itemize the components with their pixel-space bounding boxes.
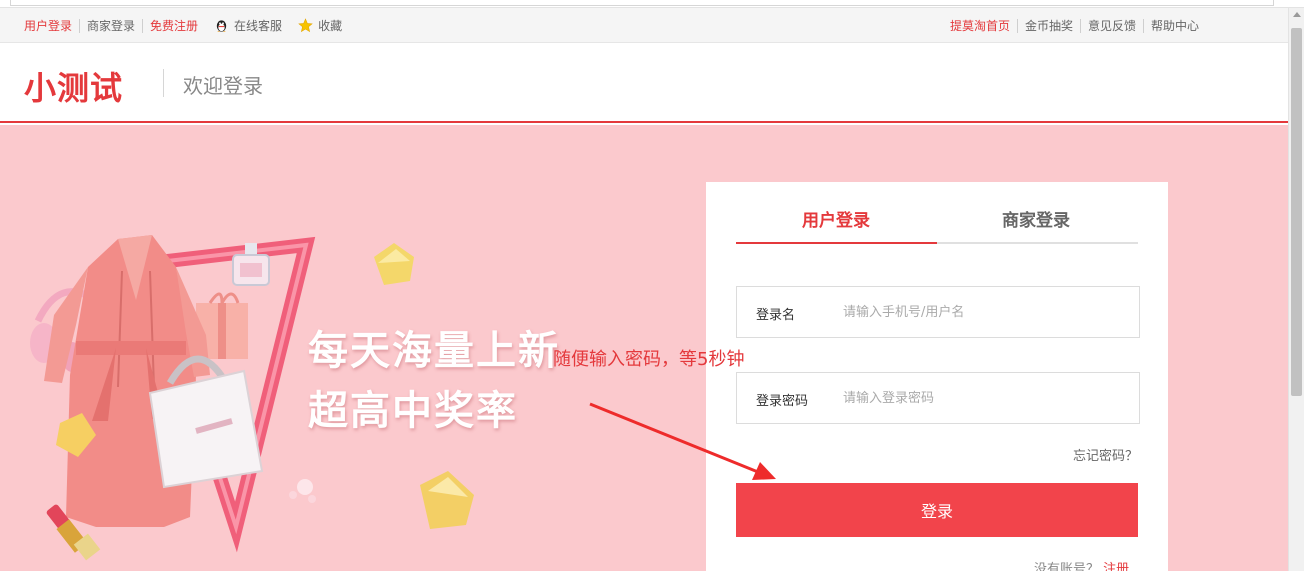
- flower-shape: [289, 479, 316, 503]
- active-tab-indicator: [736, 242, 937, 244]
- online-service-label: 在线客服: [234, 19, 283, 33]
- top-bar-left: 用户登录 商家登录 免费注册 在线客服 收藏: [24, 8, 342, 43]
- login-tabs: 用户登录 商家登录: [736, 182, 1138, 244]
- star-icon: [298, 18, 313, 33]
- top-link-coin-lottery[interactable]: 金币抽奖: [1025, 17, 1073, 34]
- top-link-free-register[interactable]: 免费注册: [150, 17, 198, 34]
- banner-slogan-line1: 每天海量上新: [308, 328, 560, 374]
- divider: [1080, 18, 1082, 33]
- scrollbar-thumb[interactable]: [1291, 28, 1302, 396]
- page-scrollbar[interactable]: [1288, 8, 1304, 571]
- top-link-feedback[interactable]: 意见反馈: [1088, 17, 1136, 34]
- login-button[interactable]: 登录: [736, 483, 1138, 537]
- login-panel: 用户登录 商家登录 登录名 登录密码 忘记密码？ 登录 没有账号？ 注册: [706, 182, 1168, 571]
- top-link-user-login[interactable]: 用户登录: [24, 17, 72, 34]
- username-field: 登录名: [736, 286, 1140, 338]
- divider: [142, 18, 144, 33]
- top-link-merchant-login[interactable]: 商家登录: [87, 17, 135, 34]
- register-prompt: 没有账号？ 注册: [1034, 558, 1129, 571]
- scroll-up-icon[interactable]: [1293, 12, 1301, 17]
- top-link-help-center[interactable]: 帮助中心: [1151, 17, 1199, 34]
- top-bar: 用户登录 商家登录 免费注册 在线客服 收藏 提莫淘首页 金币抽奖 意见反馈 帮…: [0, 8, 1288, 43]
- favorite-link[interactable]: 收藏: [298, 17, 342, 34]
- no-account-text: 没有账号？: [1034, 562, 1100, 571]
- password-input[interactable]: [843, 386, 1123, 410]
- password-field: 登录密码: [736, 372, 1140, 424]
- browser-top-strip: [0, 0, 1304, 8]
- annotation-text: 随便输入密码，等5秒钟: [553, 349, 745, 370]
- site-logo[interactable]: 小测试: [24, 63, 123, 109]
- password-label: 登录密码: [756, 394, 809, 409]
- divider: [1143, 18, 1145, 33]
- welcome-title: 欢迎登录: [183, 74, 263, 98]
- divider: [163, 69, 164, 97]
- address-bar-edge: [10, 0, 1274, 6]
- divider: [79, 18, 81, 33]
- register-link[interactable]: 注册: [1103, 562, 1129, 571]
- username-input[interactable]: [843, 300, 1123, 324]
- forgot-password-link[interactable]: 忘记密码？: [1046, 445, 1138, 464]
- online-service-link[interactable]: 在线客服: [214, 17, 282, 34]
- favorite-label: 收藏: [318, 19, 343, 33]
- site-header: 小测试 欢迎登录: [0, 43, 1288, 123]
- divider: [1017, 18, 1019, 33]
- top-link-home[interactable]: 提莫淘首页: [950, 17, 1010, 34]
- tab-user-login[interactable]: 用户登录: [736, 206, 936, 231]
- tab-merchant-login[interactable]: 商家登录: [936, 206, 1136, 231]
- banner-slogan-line2: 超高中奖率: [308, 388, 518, 434]
- gold-nugget-shape: [374, 243, 414, 285]
- qq-penguin-icon: [216, 20, 227, 32]
- username-label: 登录名: [756, 308, 796, 323]
- top-bar-right: 提莫淘首页 金币抽奖 意见反馈 帮助中心: [950, 8, 1199, 43]
